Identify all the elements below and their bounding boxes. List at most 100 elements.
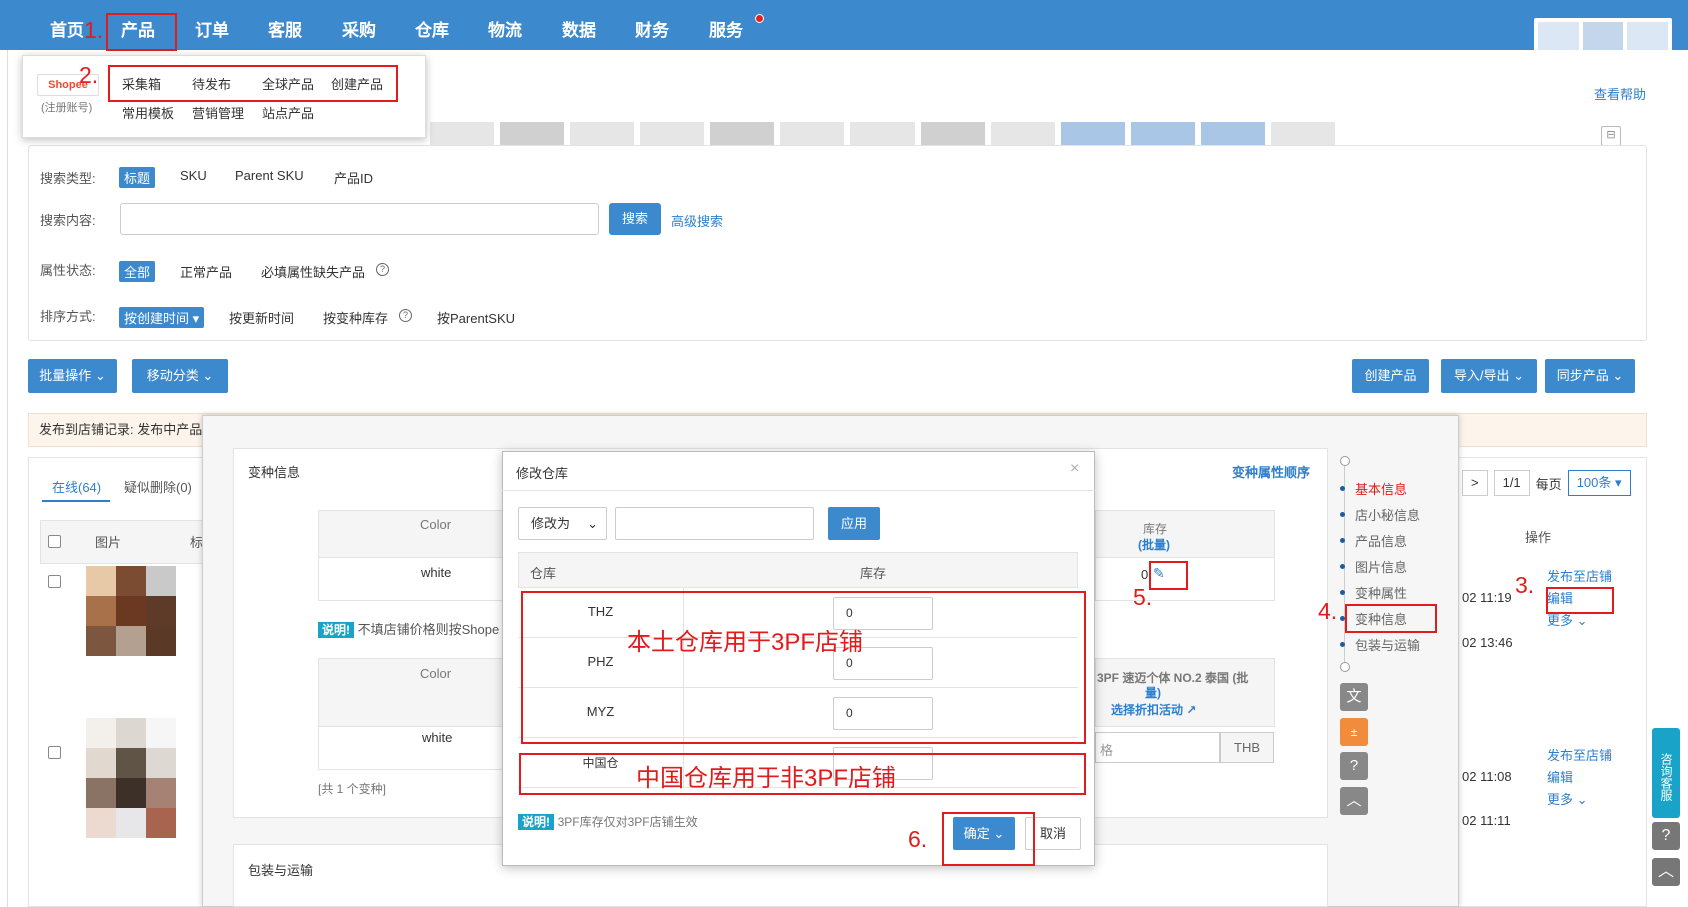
nav-home[interactable]: 首页 <box>50 0 84 50</box>
page-indicator: 1/1 <box>1493 470 1530 496</box>
status-all[interactable]: 全部 <box>119 261 156 282</box>
modal-note: 说明! 3PF库存仅对3PF店铺生效 <box>518 813 698 830</box>
search-type-product-id[interactable]: 产品ID <box>334 168 373 187</box>
close-icon[interactable]: × <box>1070 460 1079 478</box>
batch-ops-button[interactable]: 批量操作 ⌄ <box>28 359 117 393</box>
next-page-button[interactable]: > <box>1462 470 1488 496</box>
search-type-title[interactable]: 标题 <box>119 167 156 188</box>
row-time: 02 11:11 <box>1462 813 1511 828</box>
modify-value-input[interactable] <box>615 507 814 540</box>
nav-purchase[interactable]: 采购 <box>342 0 376 50</box>
help-icon[interactable]: ? <box>376 263 389 276</box>
product-thumbnail-lower <box>86 808 176 898</box>
scroll-top-icon[interactable]: ︿ <box>1652 858 1680 886</box>
price-input[interactable]: 格 <box>1095 732 1220 763</box>
search-input[interactable] <box>120 203 599 235</box>
edit-link[interactable]: 编辑 <box>1547 767 1573 786</box>
scroll-top-icon[interactable]: ︿ <box>1340 787 1368 815</box>
sort-created[interactable]: 按创建时间 ▾ <box>119 307 205 328</box>
move-category-button[interactable]: 移动分类 ⌄ <box>132 359 228 393</box>
search-button[interactable]: 搜索 <box>609 203 661 235</box>
sync-product-button[interactable]: 同步产品 ⌄ <box>1545 359 1635 393</box>
table-header <box>40 520 205 564</box>
variant-note: 说明! 不填店铺价格则按Shope <box>318 619 499 638</box>
nav-warehouse[interactable]: 仓库 <box>415 0 449 50</box>
select-all-checkbox[interactable] <box>48 535 61 548</box>
anchor-dxm-info[interactable]: 店小秘信息 <box>1340 501 1450 527</box>
sort-parent-sku[interactable]: 按ParentSKU <box>437 308 515 327</box>
nav-data[interactable]: 数据 <box>562 0 596 50</box>
discount-link[interactable]: 选择折扣活动 ↗ <box>1111 701 1196 718</box>
customer-service-widget[interactable]: 咨询客服 <box>1652 728 1680 818</box>
anchor-packaging[interactable]: 包装与运输 <box>1340 631 1450 657</box>
publish-to-store-link[interactable]: 发布至店铺 <box>1547 566 1612 585</box>
nav-finance[interactable]: 财务 <box>635 0 669 50</box>
help-link[interactable]: 查看帮助 <box>1594 84 1646 103</box>
menu-templates[interactable]: 常用模板 <box>122 103 174 122</box>
search-type-parent-sku[interactable]: Parent SKU <box>235 168 304 183</box>
anchor-product-info[interactable]: 产品信息 <box>1340 527 1450 553</box>
annotation-step-2: 2. <box>79 62 99 88</box>
col-image-header: 图片 <box>95 535 122 550</box>
nav-service[interactable]: 客服 <box>268 0 302 50</box>
color-column-header: Color <box>420 517 452 532</box>
nav-services[interactable]: 服务 <box>709 0 743 50</box>
help-icon[interactable]: ? <box>399 309 412 322</box>
search-content-label: 搜索内容: <box>40 213 96 228</box>
variant-row <box>318 726 503 770</box>
notification-dot <box>755 14 764 23</box>
collapse-icon[interactable]: ⊟ <box>1601 126 1621 146</box>
product-thumbnail[interactable] <box>86 566 176 656</box>
status-missing-attr[interactable]: 必填属性缺失产品 <box>261 262 365 281</box>
currency-label: THB <box>1220 732 1274 763</box>
3pf-batch-link[interactable]: 量) <box>1145 684 1161 701</box>
search-type-sku[interactable]: SKU <box>180 168 207 183</box>
per-page-value: 100条 <box>1576 475 1612 490</box>
anchor-variant-attr[interactable]: 变种属性 <box>1340 579 1450 605</box>
annotation-step-1: 1. <box>84 17 104 43</box>
sort-updated[interactable]: 按更新时间 <box>229 308 294 327</box>
tab-online[interactable]: 在线(64) <box>52 477 101 496</box>
modal-divider <box>502 490 1095 491</box>
create-product-button[interactable]: 创建产品 <box>1352 359 1429 393</box>
status-label: 属性状态: <box>40 263 96 278</box>
modal-note-text: 3PF库存仅对3PF店铺生效 <box>557 815 698 829</box>
help-circle-icon[interactable]: ? <box>1340 752 1368 780</box>
sort-variant-stock[interactable]: 按变种库存 <box>323 308 388 327</box>
menu-site-products[interactable]: 站点产品 <box>262 103 314 122</box>
product-thumbnail[interactable] <box>86 718 176 808</box>
annotation-local-warehouse-note: 本土仓库用于3PF店铺 <box>627 629 864 656</box>
row-checkbox[interactable] <box>48 746 61 759</box>
status-normal[interactable]: 正常产品 <box>180 262 232 281</box>
row-time: 02 11:08 <box>1462 769 1512 784</box>
stock-batch-link[interactable]: (批量) <box>1138 536 1170 553</box>
anchor-basic-info[interactable]: 基本信息 <box>1340 475 1450 501</box>
nav-logistics[interactable]: 物流 <box>488 0 522 50</box>
import-export-button[interactable]: 导入/导出 ⌄ <box>1441 359 1537 393</box>
annotation-china-warehouse-note: 中国仓库用于非3PF店铺 <box>636 765 897 792</box>
variant-order-link[interactable]: 变种属性顺序 <box>1232 462 1310 481</box>
import-export-label: 导入/导出 <box>1453 368 1510 383</box>
menu-marketing[interactable]: 营销管理 <box>192 103 244 122</box>
row-checkbox[interactable] <box>48 575 61 588</box>
translate-icon[interactable]: 文 <box>1340 683 1368 711</box>
discount-link-label: 选择折扣活动 <box>1111 703 1184 717</box>
publish-to-store-link[interactable]: 发布至店铺 <box>1547 745 1612 764</box>
modify-mode-select[interactable]: 修改为 ⌄ <box>518 507 607 540</box>
calculator-icon[interactable]: ± <box>1340 718 1368 746</box>
user-account-area[interactable] <box>1534 18 1672 54</box>
per-page-select[interactable]: 100条 ▾ <box>1567 470 1631 496</box>
apply-button[interactable]: 应用 <box>828 507 880 540</box>
pagination: > 1/1 每页 100条 ▾ <box>1462 470 1631 496</box>
more-link[interactable]: 更多 ⌄ <box>1547 789 1588 808</box>
tab-suspected-deleted[interactable]: 疑似删除(0) <box>124 477 192 496</box>
3pf-header: 3PF 速迈个体 NO.2 泰国 (批 <box>1097 671 1249 685</box>
warehouse-col-header: 仓库 <box>530 566 557 581</box>
note-text: 不填店铺价格则按Shope <box>357 622 500 637</box>
annotation-step-6: 6. <box>908 826 928 852</box>
advanced-search-link[interactable]: 高级搜索 <box>671 211 723 230</box>
annotation-box-local-warehouses <box>521 591 1086 744</box>
help-circle-icon[interactable]: ? <box>1652 822 1680 850</box>
anchor-image-info[interactable]: 图片信息 <box>1340 553 1450 579</box>
nav-orders[interactable]: 订单 <box>195 0 229 50</box>
